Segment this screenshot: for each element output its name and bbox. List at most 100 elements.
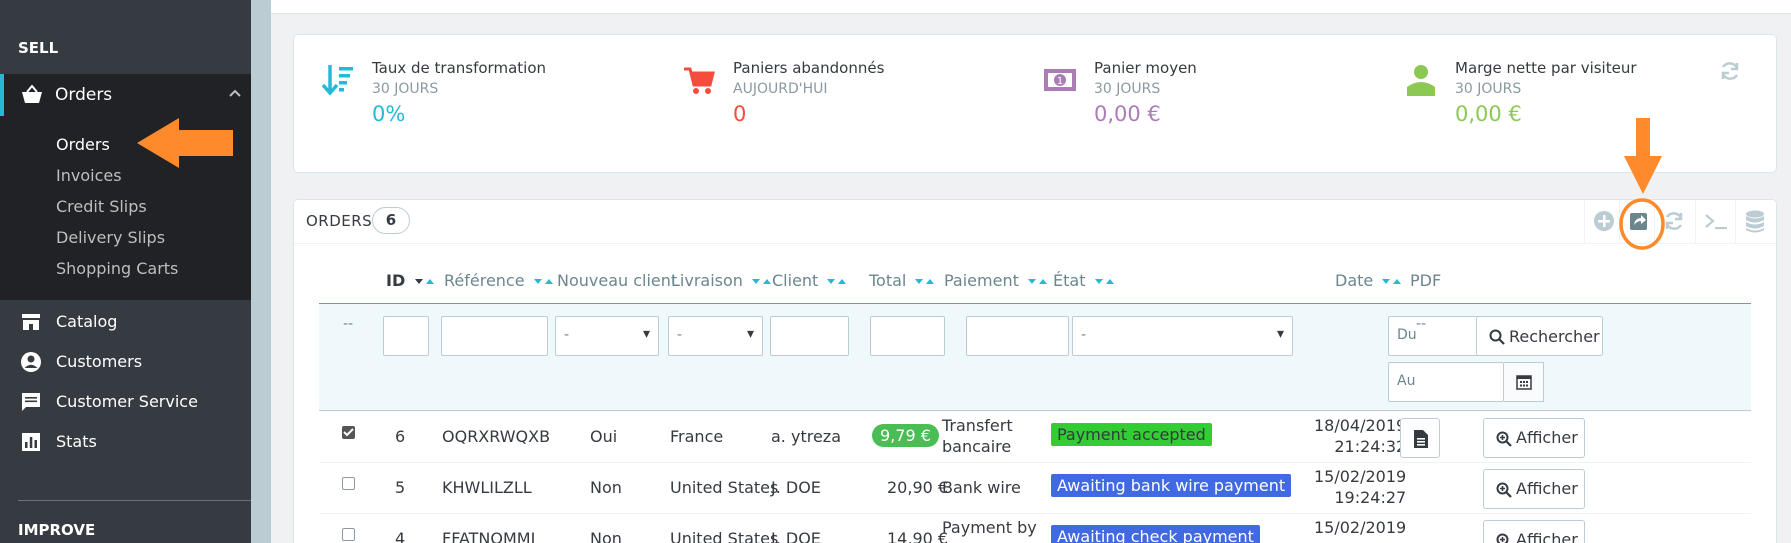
date-to-calendar-button[interactable] — [1504, 362, 1544, 402]
search-icon — [1489, 329, 1505, 345]
sidebar-subitem-invoices[interactable]: Invoices — [56, 166, 122, 185]
chat-icon — [22, 393, 40, 411]
date-line: 18/04/2019 — [1314, 416, 1407, 435]
cell-delivery: France — [670, 427, 724, 446]
sidebar-item-orders[interactable]: Orders — [0, 74, 251, 116]
view-order-button[interactable]: Afficher — [1483, 418, 1585, 458]
cell-client: J. DOE — [771, 478, 821, 497]
col-pdf-header: PDF — [1410, 271, 1442, 290]
col-delivery-header[interactable]: Livraison — [671, 271, 773, 290]
sort-arrows-icon[interactable] — [1381, 277, 1403, 287]
sort-arrows-icon[interactable] — [1027, 277, 1049, 287]
col-label: Paiement — [944, 271, 1019, 290]
sell-section-title: SELL — [18, 39, 59, 57]
col-label: Date — [1335, 271, 1374, 290]
col-id-header[interactable]: ID — [386, 271, 436, 290]
sidebar-subitem-delivery-slips[interactable]: Delivery Slips — [56, 228, 165, 247]
sidebar-item-customers[interactable]: Customers — [0, 342, 251, 382]
sort-arrows-icon[interactable] — [533, 277, 555, 287]
row-checkbox[interactable] — [342, 528, 355, 541]
view-order-button[interactable]: Afficher — [1483, 520, 1585, 543]
sidebar-item-label: Customers — [56, 352, 143, 371]
filter-pdf-placeholder: -- — [1416, 316, 1427, 332]
invoice-pdf-button[interactable] — [1400, 418, 1440, 458]
sort-arrows-icon[interactable] — [826, 277, 848, 287]
status-badge: Awaiting check payment — [1051, 525, 1260, 543]
cell-total: 20,90 € — [887, 478, 949, 497]
calendar-icon — [1516, 375, 1532, 390]
kpi-title: Paniers abandonnés — [733, 59, 885, 77]
bar-chart-icon — [22, 433, 40, 451]
sort-arrows-icon[interactable] — [1094, 277, 1116, 287]
annotation-arrow-down-icon — [1624, 118, 1662, 194]
kpi-period: 30 JOURS — [1094, 81, 1161, 97]
divider — [18, 500, 251, 501]
filter-placeholder: -- — [343, 316, 354, 332]
col-label: État — [1053, 271, 1086, 290]
col-date-header[interactable]: Date — [1335, 271, 1403, 290]
filter-delivery-select[interactable]: - — [668, 316, 763, 356]
zoom-in-icon — [1496, 533, 1509, 543]
cell-date: 18/04/2019 21:24:32 — [1314, 415, 1406, 457]
filter-reference-input[interactable] — [441, 316, 548, 356]
sidebar-subitem-orders[interactable]: Orders — [56, 135, 110, 154]
filter-payment-input[interactable] — [966, 316, 1069, 356]
filter-date-to-input[interactable]: Au — [1388, 362, 1504, 402]
database-icon — [1746, 210, 1764, 233]
cell-delivery: United States — [670, 529, 779, 543]
money-icon: 1 — [1044, 69, 1076, 91]
col-new-client-header: Nouveau client — [557, 271, 678, 290]
cell-reference: KHWLILZLL — [442, 478, 532, 497]
cell-payment: Bank wire — [942, 478, 1021, 497]
filter-new-client-select[interactable]: - — [555, 316, 659, 356]
cell-total-badge: 9,79 € — [872, 424, 939, 447]
view-order-button[interactable]: Afficher — [1483, 469, 1585, 509]
view-button-label: Afficher — [1516, 479, 1578, 498]
chevron-up-icon[interactable] — [228, 86, 242, 100]
kpi-period: 30 JOURS — [372, 81, 439, 97]
kpi-value: 0 — [733, 102, 747, 126]
panel-header: ORDERS 6 — [294, 200, 1776, 244]
row-checkbox[interactable] — [342, 477, 355, 490]
col-label: Client — [772, 271, 819, 290]
table-row[interactable]: 5 KHWLILZLL Non United States J. DOE 20,… — [319, 463, 1751, 514]
col-label: Total — [869, 271, 907, 290]
filter-client-input[interactable] — [770, 316, 849, 356]
sidebar-item-stats[interactable]: Stats — [0, 422, 251, 462]
col-reference-header[interactable]: Référence — [444, 271, 555, 290]
sidebar-item-label: Orders — [55, 85, 113, 105]
cell-total: 14,90 € — [887, 529, 949, 543]
sidebar-subitem-credit-slips[interactable]: Credit Slips — [56, 197, 147, 216]
col-payment-header[interactable]: Paiement — [944, 271, 1049, 290]
search-button[interactable]: Rechercher — [1476, 316, 1603, 356]
table-row[interactable]: 6 OQRXRWQXB Oui France a. ytreza 9,79 € … — [319, 412, 1751, 463]
table-row[interactable]: 4 FFATNOMMJ Non United States J. DOE 14,… — [319, 514, 1751, 543]
sql-manager-button[interactable] — [1735, 200, 1775, 244]
col-state-header[interactable]: État — [1053, 271, 1116, 290]
refresh-icon[interactable] — [1719, 60, 1741, 82]
sidebar-item-customer-service[interactable]: Customer Service — [0, 382, 251, 422]
kpi-period: 30 JOURS — [1455, 81, 1522, 97]
col-client-header[interactable]: Client — [772, 271, 848, 290]
kpi-value: 0,00 € — [1094, 102, 1161, 126]
cell-delivery: United States — [670, 478, 779, 497]
svg-text:1: 1 — [1057, 76, 1063, 87]
status-badge: Awaiting bank wire payment — [1051, 474, 1292, 497]
filter-total-input[interactable] — [870, 316, 945, 356]
sql-query-button[interactable] — [1695, 200, 1735, 244]
sidebar-subitem-shopping-carts[interactable]: Shopping Carts — [56, 259, 178, 278]
filter-row: -- - - - Du Au — [319, 303, 1751, 411]
filter-id-input[interactable] — [383, 316, 429, 356]
store-icon — [22, 314, 40, 330]
sidebar-item-catalog[interactable]: Catalog — [0, 302, 251, 342]
cell-id: 5 — [395, 478, 406, 497]
plus-circle-icon — [1594, 211, 1614, 231]
row-checkbox[interactable] — [342, 426, 355, 439]
sort-arrows-icon[interactable] — [414, 277, 436, 287]
filter-state-select[interactable]: - — [1072, 316, 1293, 356]
sort-arrows-icon[interactable] — [751, 277, 773, 287]
kpi-value: 0,00 € — [1455, 102, 1522, 126]
col-total-header[interactable]: Total — [869, 271, 936, 290]
cell-client: J. DOE — [771, 529, 821, 543]
sort-arrows-icon[interactable] — [914, 277, 936, 287]
